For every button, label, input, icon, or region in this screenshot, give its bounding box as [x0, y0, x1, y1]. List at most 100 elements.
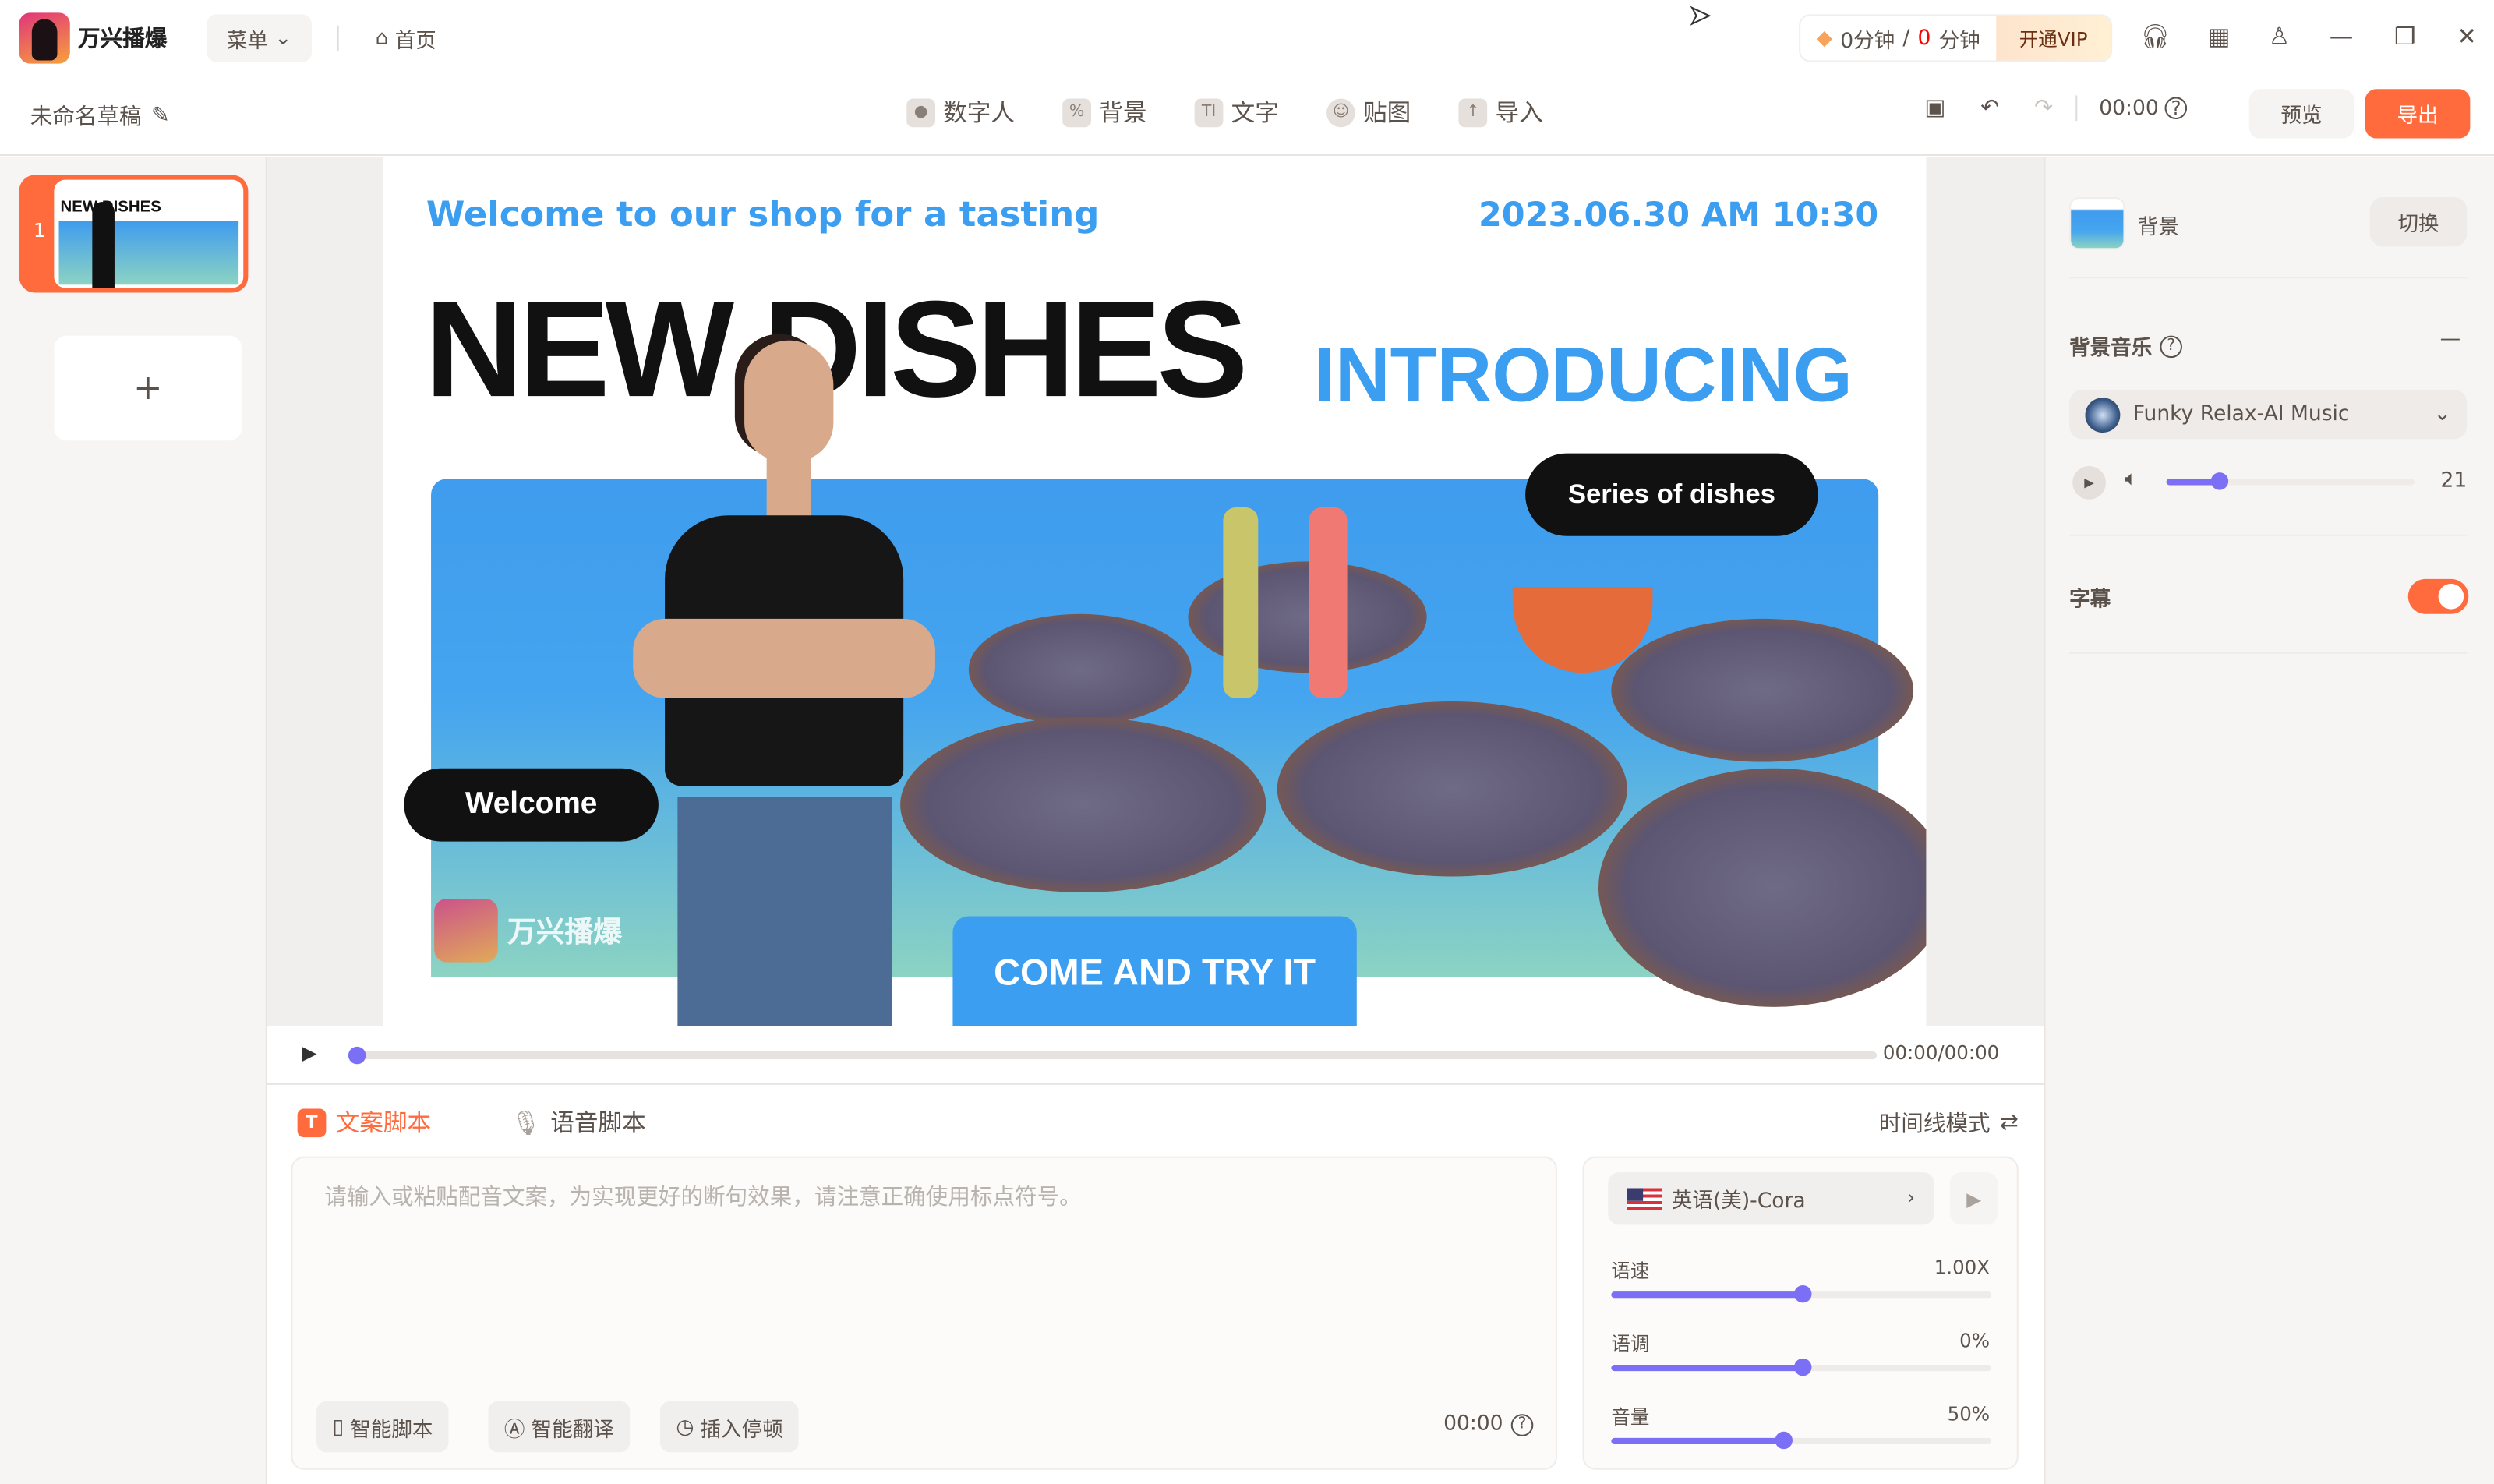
background-icon: % [1062, 97, 1092, 127]
play-icon[interactable]: ▶ [302, 1042, 317, 1065]
progress-track[interactable] [355, 1051, 1878, 1060]
tool-label: 数字人 [943, 98, 1016, 128]
play-icon: ▶ [2084, 475, 2094, 490]
menu-button[interactable]: 菜单 ⌄ [207, 14, 312, 62]
tool-text[interactable]: TI 文字 [1194, 95, 1279, 129]
slider-value: 1.00X [1934, 1256, 1991, 1279]
divider [2069, 277, 2468, 279]
user-icon[interactable]: ♙ [2263, 23, 2295, 55]
home-label: 首页 [394, 30, 436, 55]
close-icon[interactable]: ✕ [2451, 23, 2483, 55]
welcome-bubble[interactable]: Welcome [404, 768, 659, 842]
switch-background-button[interactable]: 切换 [2369, 197, 2468, 247]
voice-slider[interactable] [1611, 1431, 1992, 1450]
music-selector[interactable]: Funky Relax-AI Music ⌄ [2069, 389, 2468, 440]
voice-slider[interactable] [1611, 1284, 1992, 1303]
restore-icon[interactable]: ❐ [2389, 23, 2421, 55]
quota-box: ◆ 0分钟/0 分钟 开通VIP [1799, 14, 2113, 62]
draft-title[interactable]: 未命名草稿 ✎ [30, 101, 170, 132]
slider-fill [1611, 1291, 1802, 1298]
slider-handle[interactable] [1793, 1358, 1811, 1376]
digital-human-avatar[interactable] [601, 333, 966, 1026]
voice-slider[interactable] [1611, 1358, 1992, 1376]
mini-avatar [92, 202, 115, 288]
button-label: 智能脚本 [350, 1418, 433, 1442]
voice-selector[interactable]: 英语(美)-Cora › [1608, 1172, 1934, 1225]
scene-thumbnail[interactable]: 1 NEW DISHES [19, 175, 249, 293]
watermark: 万兴播爆 [434, 899, 622, 963]
edit-actions: ▣ ↶ ↷ 00:00? [1924, 95, 2188, 122]
slide-welcome-text[interactable]: Welcome to our shop for a tasting [426, 196, 1099, 235]
tool-digital-human[interactable]: ● 数字人 [906, 95, 1015, 129]
scene-preview: NEW DISHES [54, 179, 244, 288]
open-vip-button[interactable]: 开通VIP [1996, 16, 2111, 61]
slider-handle[interactable] [2210, 472, 2228, 490]
duration-text: 00:00 [1443, 1412, 1503, 1436]
headset-icon[interactable]: 🎧︎ [2139, 23, 2171, 55]
quota-remaining-num: 0 [1917, 26, 1931, 51]
chevron-down-icon: ⌄ [274, 26, 292, 51]
smart-script-button[interactable]: ▯ 智能脚本 [316, 1401, 449, 1453]
swap-icon: ⇄ [1999, 1110, 2019, 1136]
slide-subtitle[interactable]: INTRODUCING [1314, 338, 1853, 415]
menu-label: 菜单 [226, 29, 268, 54]
subtitle-toggle[interactable] [2407, 578, 2469, 614]
tool-label: 导入 [1495, 98, 1543, 128]
button-label: 智能翻译 [531, 1418, 614, 1442]
script-placeholder: 请输入或粘贴配音文案，为实现更好的断句效果，请注意正确使用标点符号。 [324, 1185, 1082, 1211]
tab-voice-script[interactable]: 🎙︎ 语音脚本 [510, 1105, 646, 1139]
plate [1598, 768, 1927, 1007]
bottle [1309, 507, 1348, 698]
timeline-mode-toggle[interactable]: 时间线模式 ⇄ [1879, 1107, 2019, 1139]
slide-date-text[interactable]: 2023.06.30 AM 10:30 [1478, 196, 1878, 234]
voice-play-button[interactable]: ▶ [1950, 1172, 1998, 1225]
insert-tools: ● 数字人 % 背景 TI 文字 ☺ 贴图 ↑ 导入 [906, 95, 1543, 129]
collapse-icon[interactable]: — [2440, 327, 2461, 352]
tool-sticker[interactable]: ☺ 贴图 [1326, 95, 1411, 129]
scene-sidebar: 1 NEW DISHES + [0, 157, 267, 1484]
preview-button[interactable]: 预览 [2248, 89, 2354, 139]
save-icon[interactable]: ▣ [1924, 95, 1945, 121]
slider-handle[interactable] [1774, 1431, 1793, 1450]
progress-handle[interactable] [348, 1046, 366, 1065]
cta-banner[interactable]: COME AND TRY IT [952, 916, 1357, 1026]
script-input[interactable]: 请输入或粘贴配音文案，为实现更好的断句效果，请注意正确使用标点符号。 ▯ 智能脚本… [291, 1156, 1557, 1470]
scene-number: 1 [33, 219, 46, 242]
undo-icon[interactable]: ↶ [1980, 95, 1999, 121]
series-bubble[interactable]: Series of dishes [1525, 453, 1818, 536]
add-scene-button[interactable]: + [54, 335, 242, 441]
minimize-icon[interactable]: — [2326, 23, 2358, 55]
tool-label: 背景 [1099, 98, 1147, 128]
quota-separator: / [1902, 26, 1910, 51]
home-link[interactable]: ⌂ 首页 [376, 24, 436, 55]
slider-handle[interactable] [1793, 1284, 1811, 1303]
translate-icon: Ⓐ [503, 1418, 525, 1442]
help-icon[interactable]: ? [2164, 97, 2188, 120]
subtitle-label: 字幕 [2069, 588, 2111, 613]
background-thumbnail[interactable] [2069, 197, 2125, 250]
edit-icon[interactable]: ✎ [151, 104, 170, 129]
divider [2075, 95, 2077, 122]
playback-time: 00:00/00:00 [1882, 1041, 2000, 1065]
tool-import[interactable]: ↑ 导入 [1458, 95, 1543, 129]
voice-settings: 英语(美)-Cora › ▶ 语速 1.00X 语调 0% 音量 50% [1582, 1156, 2019, 1470]
grid-icon[interactable]: ▦ [2203, 23, 2235, 55]
app-name: 万兴播爆 [77, 26, 168, 53]
help-icon[interactable]: ? [1510, 1413, 1534, 1436]
redo-icon[interactable]: ↷ [2034, 95, 2053, 121]
tool-background[interactable]: % 背景 [1062, 95, 1146, 129]
play-icon: ▶ [1966, 1187, 1982, 1210]
music-volume-slider[interactable] [2166, 472, 2415, 490]
smart-translate-button[interactable]: Ⓐ 智能翻译 [488, 1401, 631, 1453]
bg-music-title-text: 背景音乐 [2069, 337, 2153, 362]
slide-canvas[interactable]: Welcome to our shop for a tasting 2023.0… [383, 157, 1927, 1026]
help-icon[interactable]: ? [2160, 334, 2183, 358]
music-play-button[interactable]: ▶ [2072, 465, 2107, 500]
divider [337, 25, 339, 51]
tab-text-script[interactable]: T 文案脚本 [297, 1105, 432, 1139]
tab-label: 文案脚本 [335, 1108, 432, 1138]
watermark-text: 万兴播爆 [507, 916, 622, 950]
export-button[interactable]: 导出 [2365, 89, 2471, 139]
insert-pause-button[interactable]: ◷ 插入停顿 [659, 1401, 800, 1453]
tool-label: 贴图 [1363, 98, 1411, 128]
